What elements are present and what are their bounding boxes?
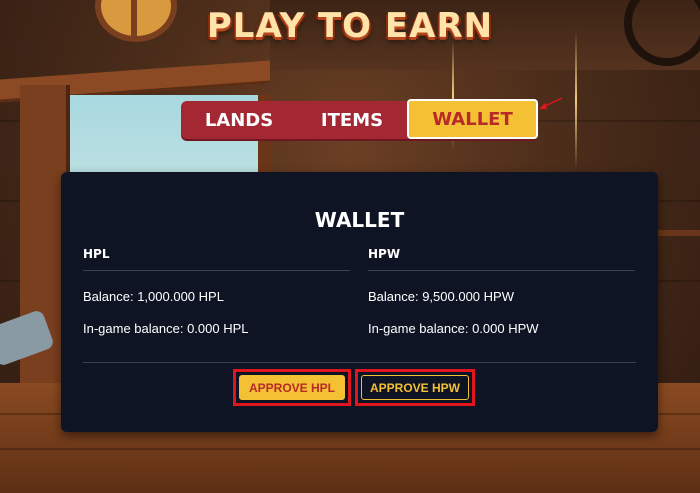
hpl-column: HPL Balance: 1,000.000 HPL In-game balan…	[83, 246, 350, 353]
approve-hpw-highlight: APPROVE HPW	[355, 369, 475, 406]
wallet-title: WALLET	[314, 208, 405, 232]
wallet-panel: WALLET HPL Balance: 1,000.000 HPL In-gam…	[61, 172, 658, 432]
tab-wallet[interactable]: WALLET	[407, 99, 538, 139]
panel-divider	[83, 362, 636, 363]
hpl-separator	[83, 270, 350, 271]
approve-hpw-button[interactable]: APPROVE HPW	[361, 375, 469, 400]
tab-lands[interactable]: LANDS	[181, 101, 297, 139]
hpl-heading: HPL	[83, 247, 110, 261]
tab-bar: LANDS ITEMS WALLET	[181, 99, 538, 139]
tab-items[interactable]: ITEMS	[297, 101, 407, 139]
approve-hpl-button[interactable]: APPROVE HPL	[239, 375, 345, 400]
hpw-balance: Balance: 9,500.000 HPW	[368, 289, 514, 304]
hpl-ingame-balance: In-game balance: 0.000 HPL	[83, 321, 249, 336]
hpw-heading: HPW	[368, 247, 401, 261]
hpw-ingame-balance: In-game balance: 0.000 HPW	[368, 321, 539, 336]
approve-hpl-highlight: APPROVE HPL	[233, 369, 351, 406]
hpw-column: HPW Balance: 9,500.000 HPW In-game balan…	[368, 246, 635, 353]
arrow-pointer-icon	[539, 97, 563, 109]
hpw-separator	[368, 270, 635, 271]
page-title: PLAY TO EARN	[206, 6, 494, 46]
hpl-balance: Balance: 1,000.000 HPL	[83, 289, 224, 304]
